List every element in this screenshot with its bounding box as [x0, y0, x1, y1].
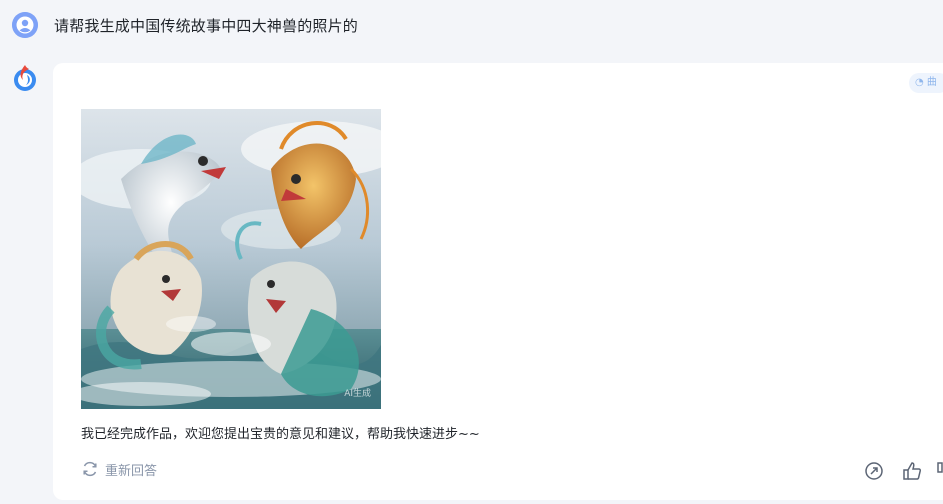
model-badge: ◔ 曲 [909, 73, 943, 93]
like-button[interactable] [901, 460, 923, 482]
share-icon [865, 462, 883, 480]
regenerate-button[interactable]: 重新回答 [81, 459, 157, 479]
generated-image[interactable]: AI生成 [81, 109, 381, 409]
image-watermark: AI生成 [344, 389, 371, 399]
dislike-button[interactable] [935, 460, 943, 482]
bot-reply-text: 我已经完成作品，欢迎您提出宝贵的意见和建议，帮助我快速进步~~ [81, 427, 480, 442]
regenerate-label: 重新回答 [105, 463, 158, 479]
refresh-icon [83, 461, 97, 477]
thumbs-up-icon [903, 462, 922, 480]
user-message-text: 请帮我生成中国传统故事中四大神兽的照片的 [54, 17, 359, 35]
bot-logo-icon [11, 63, 39, 93]
thumbs-down-icon [937, 462, 943, 473]
user-message-row: 请帮我生成中国传统故事中四大神兽的照片的 [0, 0, 943, 52]
share-button[interactable] [863, 460, 885, 482]
four-beasts-illustration [81, 109, 381, 409]
user-avatar-icon [12, 12, 38, 38]
